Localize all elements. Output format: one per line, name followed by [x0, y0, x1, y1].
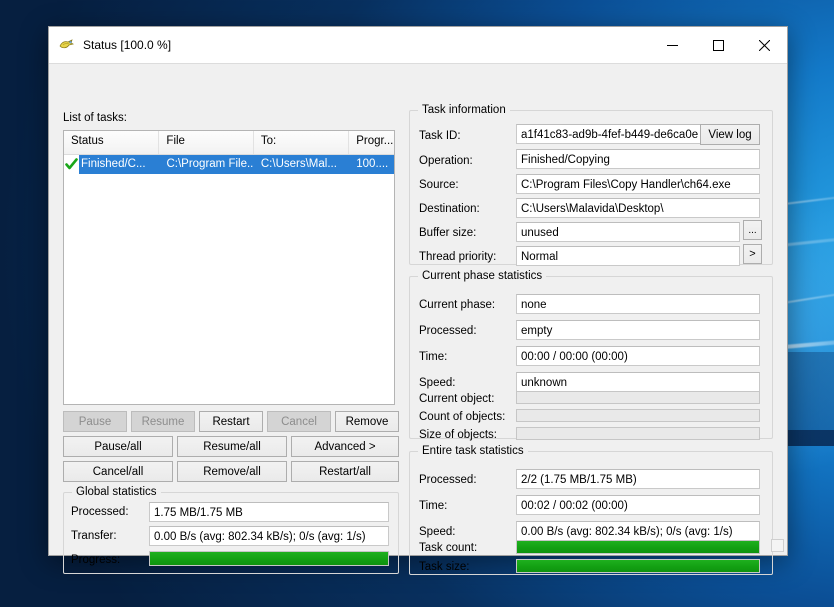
- cell-file: C:\Program File...: [159, 155, 254, 174]
- close-button[interactable]: [741, 27, 787, 63]
- entire-task-statistics-title: Entire task statistics: [418, 445, 528, 457]
- current-phase-label: Current phase:: [419, 299, 496, 311]
- destination-label: Destination:: [419, 203, 480, 215]
- thread-priority-label: Thread priority:: [419, 251, 497, 263]
- task-size-progress-bar: [516, 559, 760, 573]
- cell-status: Finished/C...: [79, 155, 160, 174]
- global-processed-value: 1.75 MB/1.75 MB: [149, 502, 389, 522]
- view-log-button[interactable]: View log: [700, 124, 760, 145]
- operation-value: Finished/Copying: [516, 149, 760, 169]
- column-header-file[interactable]: File: [159, 131, 254, 154]
- global-statistics-title: Global statistics: [72, 486, 161, 498]
- task-count-progress-bar: [516, 540, 760, 554]
- task-id-value: a1f41c83-ad9b-4fef-b449-de6ca0e: [516, 124, 716, 144]
- copy-handler-icon: [59, 39, 75, 49]
- phase-time-label: Time:: [419, 351, 448, 363]
- current-object-progress-bar: [516, 391, 760, 404]
- entire-time-value: 00:02 / 00:02 (00:00): [516, 495, 760, 515]
- size-of-objects-label: Size of objects:: [419, 429, 497, 441]
- maximize-icon: [712, 39, 724, 51]
- current-phase-value: none: [516, 294, 760, 314]
- list-of-tasks-label: List of tasks:: [63, 112, 127, 124]
- maximize-button[interactable]: [695, 27, 741, 63]
- entire-time-label: Time:: [419, 500, 448, 512]
- global-progress-fill: [150, 552, 388, 565]
- buffer-size-value: unused: [516, 222, 740, 242]
- restart-button[interactable]: Restart: [199, 411, 263, 432]
- cancel-button[interactable]: Cancel: [267, 411, 331, 432]
- status-window: Status [100.0 %] List of tasks: Status F…: [48, 26, 788, 575]
- task-id-label: Task ID:: [419, 130, 461, 142]
- phase-speed-value: unknown: [516, 372, 760, 392]
- window-client-area: List of tasks: Status File To: Progr... …: [49, 63, 787, 575]
- resume-all-button[interactable]: Resume/all: [177, 436, 287, 457]
- task-information-title: Task information: [418, 104, 510, 116]
- global-progress-bar: [149, 551, 389, 566]
- count-of-objects-progress-bar: [516, 409, 760, 422]
- entire-processed-label: Processed:: [419, 474, 477, 486]
- window-title: Status [100.0 %]: [83, 38, 172, 52]
- buffer-size-label: Buffer size:: [419, 227, 477, 239]
- count-of-objects-label: Count of objects:: [419, 411, 506, 423]
- cell-progress: 100....: [349, 155, 394, 174]
- cancel-all-button[interactable]: Cancel/all: [63, 461, 173, 482]
- size-of-objects-progress-bar: [516, 427, 760, 440]
- pause-button[interactable]: Pause: [63, 411, 127, 432]
- restart-all-button[interactable]: Restart/all: [291, 461, 399, 482]
- minimize-icon: [666, 44, 678, 46]
- thread-priority-value: Normal: [516, 246, 740, 266]
- current-phase-statistics-title: Current phase statistics: [418, 270, 547, 282]
- column-header-to[interactable]: To:: [254, 131, 350, 154]
- task-count-progress-fill: [517, 541, 759, 553]
- source-label: Source:: [419, 179, 459, 191]
- task-list-header: Status File To: Progr...: [64, 131, 394, 155]
- operation-label: Operation:: [419, 155, 473, 167]
- global-progress-label: Progress:: [71, 554, 121, 566]
- global-transfer-label: Transfer:: [71, 530, 117, 542]
- desktop-background: Status [100.0 %] List of tasks: Status F…: [0, 0, 834, 607]
- task-list[interactable]: Status File To: Progr... Finished/C... C…: [63, 130, 395, 405]
- entire-speed-value: 0.00 B/s (avg: 802.34 kB/s); 0/s (avg: 1…: [516, 521, 760, 541]
- phase-speed-label: Speed:: [419, 377, 456, 389]
- global-processed-label: Processed:: [71, 506, 129, 518]
- cell-to: C:\Users\Mal...: [253, 155, 350, 174]
- current-object-label: Current object:: [419, 393, 495, 405]
- table-row[interactable]: Finished/C... C:\Program File... C:\User…: [64, 155, 394, 174]
- task-size-progress-fill: [517, 560, 759, 572]
- remove-button[interactable]: Remove: [335, 411, 399, 432]
- minimize-button[interactable]: [649, 27, 695, 63]
- thread-priority-more-button[interactable]: >: [743, 244, 762, 264]
- pause-all-button[interactable]: Pause/all: [63, 436, 173, 457]
- column-header-status[interactable]: Status: [64, 131, 160, 154]
- resume-button[interactable]: Resume: [131, 411, 195, 432]
- phase-processed-value: empty: [516, 320, 760, 340]
- destination-value: C:\Users\Malavida\Desktop\: [516, 198, 760, 218]
- column-header-progress[interactable]: Progr...: [349, 131, 394, 154]
- phase-processed-label: Processed:: [419, 325, 477, 337]
- remove-all-button[interactable]: Remove/all: [177, 461, 287, 482]
- entire-processed-value: 2/2 (1.75 MB/1.75 MB): [516, 469, 760, 489]
- buffer-size-browse-button[interactable]: ...: [743, 220, 762, 240]
- task-count-label: Task count:: [419, 542, 478, 554]
- resize-grip[interactable]: [771, 539, 784, 552]
- global-transfer-value: 0.00 B/s (avg: 802.34 kB/s); 0/s (avg: 1…: [149, 526, 389, 546]
- green-check-icon: [64, 158, 79, 171]
- entire-speed-label: Speed:: [419, 526, 456, 538]
- phase-time-value: 00:00 / 00:00 (00:00): [516, 346, 760, 366]
- title-bar: Status [100.0 %]: [49, 27, 787, 63]
- task-size-label: Task size:: [419, 561, 470, 573]
- advanced-button[interactable]: Advanced >: [291, 436, 399, 457]
- source-value: C:\Program Files\Copy Handler\ch64.exe: [516, 174, 760, 194]
- close-icon: [758, 39, 770, 51]
